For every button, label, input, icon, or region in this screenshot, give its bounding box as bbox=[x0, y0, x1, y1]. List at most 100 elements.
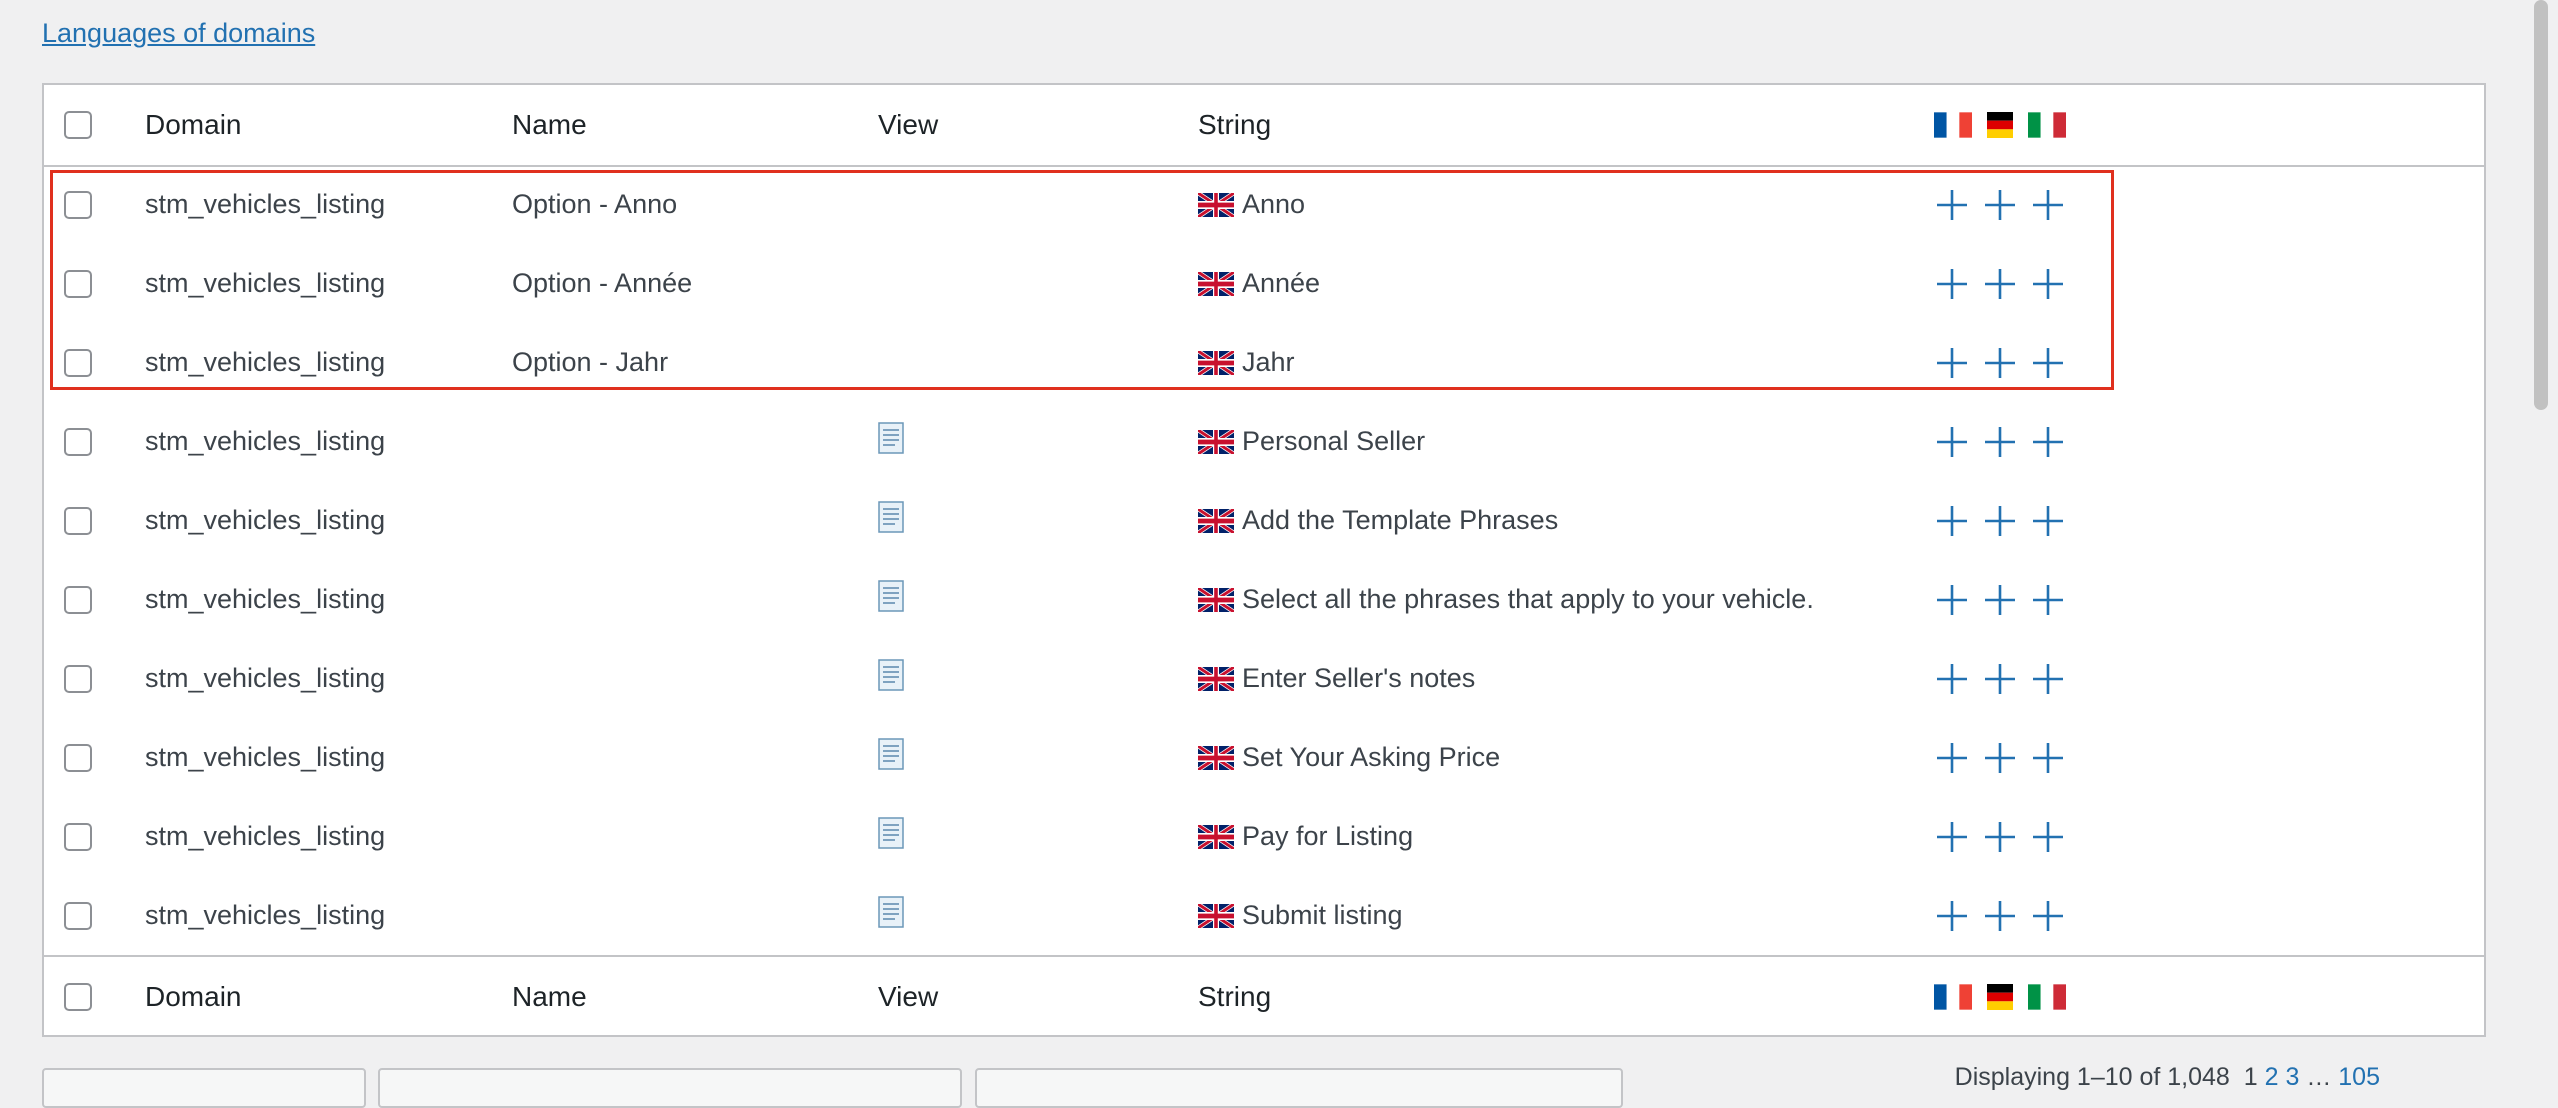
add-italian-translation-icon[interactable] bbox=[2030, 503, 2066, 539]
action-button-3[interactable] bbox=[975, 1068, 1623, 1108]
row-checkbox[interactable] bbox=[64, 190, 92, 219]
row-domain: stm_vehicles_listing bbox=[145, 505, 386, 535]
add-german-translation-icon[interactable] bbox=[1982, 187, 2018, 223]
document-icon[interactable] bbox=[878, 658, 904, 691]
document-icon[interactable] bbox=[878, 500, 904, 533]
row-checkbox[interactable] bbox=[64, 664, 92, 693]
page-current: 1 bbox=[2243, 1063, 2258, 1091]
add-french-translation-icon[interactable] bbox=[1934, 661, 1970, 697]
select-all-checkbox-footer[interactable] bbox=[64, 983, 92, 1011]
add-german-translation-icon[interactable] bbox=[1982, 819, 2018, 855]
add-italian-translation-icon[interactable] bbox=[2030, 187, 2066, 223]
add-italian-translation-icon[interactable] bbox=[2030, 819, 2066, 855]
add-french-translation-icon[interactable] bbox=[1934, 898, 1970, 934]
add-german-translation-icon[interactable] bbox=[1982, 898, 2018, 934]
row-checkbox[interactable] bbox=[64, 743, 92, 772]
displaying-count: Displaying 1–10 of 1,048 bbox=[1954, 1063, 2230, 1091]
add-italian-translation-icon[interactable] bbox=[2030, 424, 2066, 460]
table-row: stm_vehicles_listing Option - Jahr Jahr bbox=[44, 323, 2484, 402]
row-checkbox[interactable] bbox=[64, 506, 92, 535]
page-scrollbar[interactable] bbox=[2528, 0, 2558, 1090]
column-footer-domain[interactable]: Domain bbox=[145, 957, 241, 1037]
row-string-text: Pay for Listing bbox=[1242, 821, 1414, 851]
row-string: Jahr bbox=[1198, 323, 1295, 402]
column-footer-string[interactable]: String bbox=[1198, 957, 1271, 1037]
add-german-translation-icon[interactable] bbox=[1982, 503, 2018, 539]
add-italian-translation-icon[interactable] bbox=[2030, 661, 2066, 697]
add-french-translation-icon[interactable] bbox=[1934, 740, 1970, 776]
add-french-translation-icon[interactable] bbox=[1934, 819, 1970, 855]
select-all-checkbox[interactable] bbox=[64, 111, 92, 139]
add-french-translation-icon[interactable] bbox=[1934, 582, 1970, 618]
page-link-3[interactable]: 3 bbox=[2285, 1063, 2299, 1091]
row-view bbox=[878, 560, 904, 639]
add-italian-translation-icon[interactable] bbox=[2030, 898, 2066, 934]
document-icon[interactable] bbox=[878, 579, 904, 612]
column-header-domain[interactable]: Domain bbox=[145, 85, 241, 165]
table-row: stm_vehicles_listing Personal Seller bbox=[44, 402, 2484, 481]
row-translations bbox=[1934, 560, 2078, 639]
german-flag-icon bbox=[1981, 984, 2019, 1010]
row-checkbox[interactable] bbox=[64, 269, 92, 298]
row-domain: stm_vehicles_listing bbox=[145, 189, 386, 219]
row-string-text: Personal Seller bbox=[1242, 426, 1426, 456]
add-german-translation-icon[interactable] bbox=[1982, 345, 2018, 381]
row-string-text: Set Your Asking Price bbox=[1242, 742, 1501, 772]
row-translations bbox=[1934, 165, 2078, 244]
italian-flag-icon bbox=[2028, 112, 2066, 138]
add-german-translation-icon[interactable] bbox=[1982, 661, 2018, 697]
row-translations bbox=[1934, 481, 2078, 560]
add-french-translation-icon[interactable] bbox=[1934, 266, 1970, 302]
add-french-translation-icon[interactable] bbox=[1934, 187, 1970, 223]
row-checkbox[interactable] bbox=[64, 348, 92, 377]
add-italian-translation-icon[interactable] bbox=[2030, 345, 2066, 381]
page-link-last[interactable]: 105 bbox=[2338, 1063, 2380, 1091]
add-german-translation-icon[interactable] bbox=[1982, 740, 2018, 776]
table-row: stm_vehicles_listing Add the Template Phr… bbox=[44, 481, 2484, 560]
scrollbar-thumb[interactable] bbox=[2534, 0, 2548, 410]
document-icon[interactable] bbox=[878, 737, 904, 770]
row-checkbox[interactable] bbox=[64, 822, 92, 851]
table-header: Domain Name View String bbox=[44, 85, 2484, 167]
row-string: Enter Seller's notes bbox=[1198, 639, 1475, 718]
document-icon[interactable] bbox=[878, 895, 904, 928]
uk-flag-icon bbox=[1198, 350, 1234, 375]
row-string-text: Jahr bbox=[1242, 347, 1295, 377]
column-footer-view: View bbox=[878, 981, 939, 1012]
row-string: Personal Seller bbox=[1198, 402, 1425, 481]
row-string-text: Année bbox=[1242, 268, 1321, 298]
add-french-translation-icon[interactable] bbox=[1934, 424, 1970, 460]
document-icon[interactable] bbox=[878, 421, 904, 454]
row-checkbox[interactable] bbox=[64, 901, 92, 930]
row-view bbox=[878, 797, 904, 876]
uk-flag-icon bbox=[1198, 271, 1234, 296]
pagination: Displaying 1–10 of 1,048 1 2 3 … 105 bbox=[1955, 1063, 2380, 1092]
row-name: Option - Année bbox=[512, 268, 693, 298]
add-italian-translation-icon[interactable] bbox=[2030, 266, 2066, 302]
row-domain: stm_vehicles_listing bbox=[145, 742, 386, 772]
column-header-string[interactable]: String bbox=[1198, 85, 1271, 165]
row-string-text: Enter Seller's notes bbox=[1242, 663, 1476, 693]
row-checkbox[interactable] bbox=[64, 427, 92, 456]
document-icon[interactable] bbox=[878, 816, 904, 849]
add-french-translation-icon[interactable] bbox=[1934, 345, 1970, 381]
action-button-2[interactable] bbox=[378, 1068, 962, 1108]
row-translations bbox=[1934, 323, 2078, 402]
action-button-1[interactable] bbox=[42, 1068, 366, 1108]
add-german-translation-icon[interactable] bbox=[1982, 424, 2018, 460]
row-domain: stm_vehicles_listing bbox=[145, 663, 386, 693]
add-italian-translation-icon[interactable] bbox=[2030, 582, 2066, 618]
table-row: stm_vehicles_listing Option - Anno Anno bbox=[44, 165, 2484, 244]
page-link-2[interactable]: 2 bbox=[2265, 1063, 2279, 1091]
add-french-translation-icon[interactable] bbox=[1934, 503, 1970, 539]
languages-of-domains-link[interactable]: Languages of domains bbox=[42, 18, 315, 49]
add-german-translation-icon[interactable] bbox=[1982, 266, 2018, 302]
row-checkbox[interactable] bbox=[64, 585, 92, 614]
column-footer-name[interactable]: Name bbox=[512, 957, 587, 1037]
french-flag-icon bbox=[1934, 984, 1972, 1010]
add-italian-translation-icon[interactable] bbox=[2030, 740, 2066, 776]
add-german-translation-icon[interactable] bbox=[1982, 582, 2018, 618]
row-translations bbox=[1934, 876, 2078, 955]
uk-flag-icon bbox=[1198, 192, 1234, 217]
column-header-name[interactable]: Name bbox=[512, 85, 587, 165]
